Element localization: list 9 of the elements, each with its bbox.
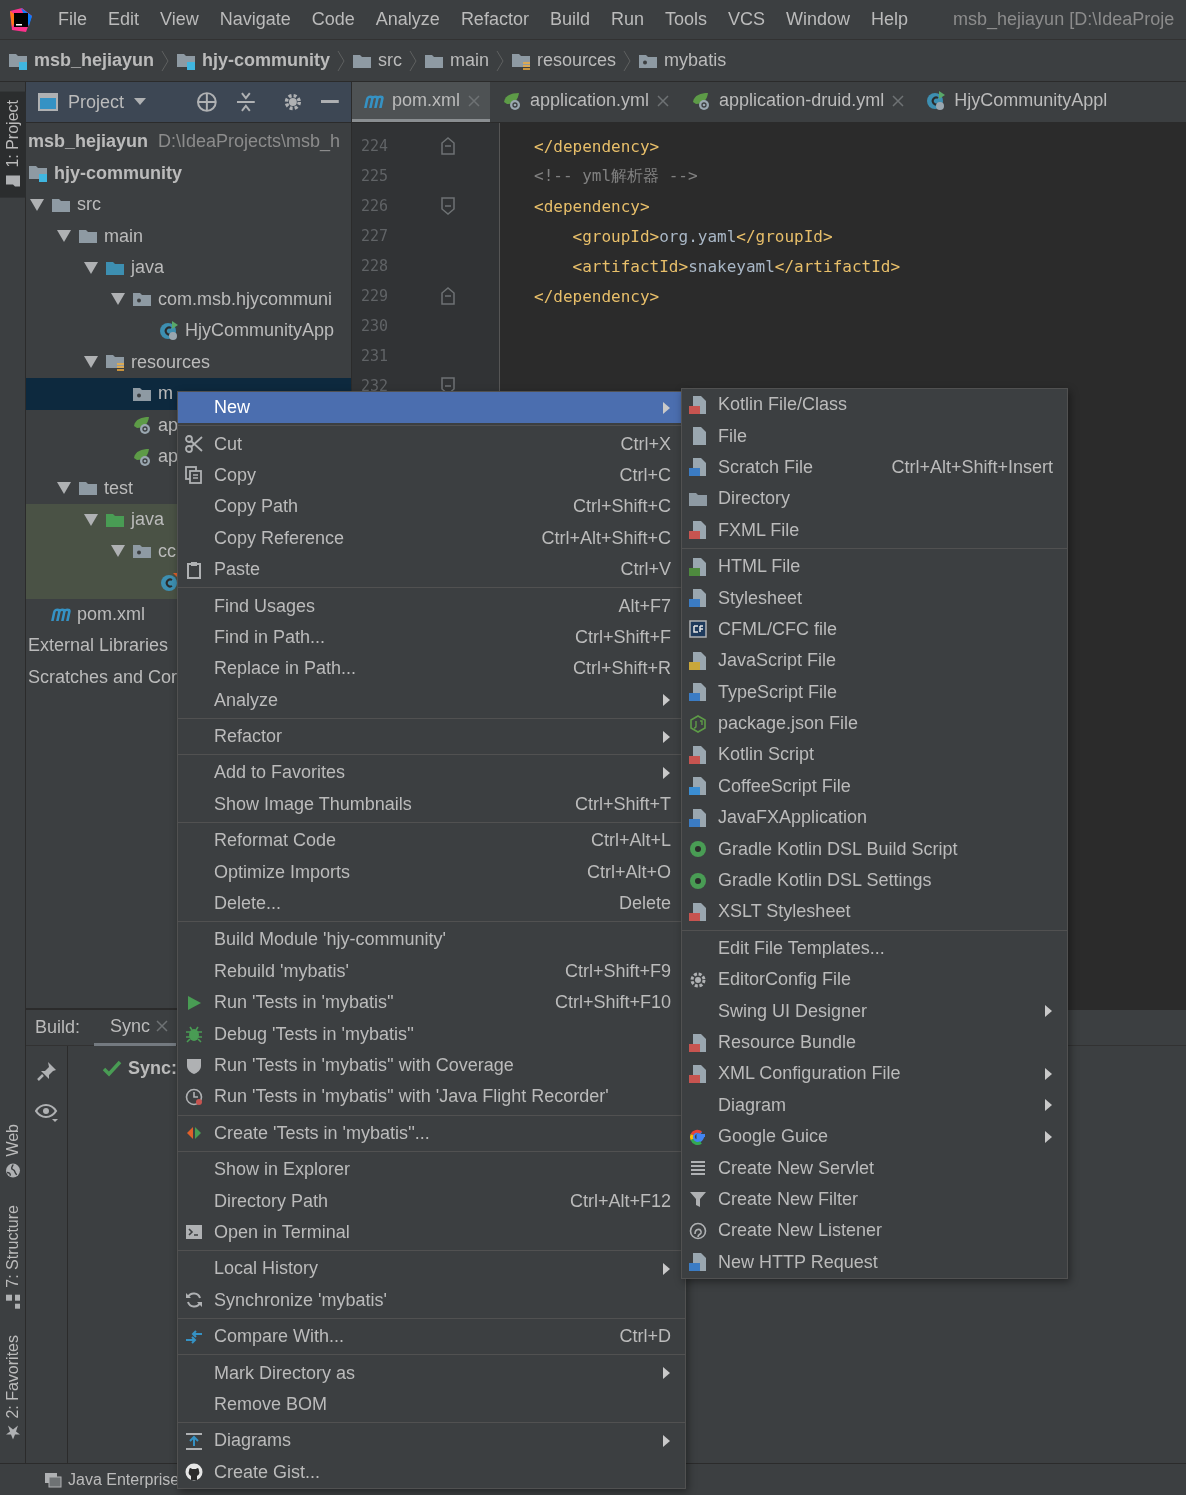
code-line: </dependency> (534, 286, 660, 306)
window-title: msb_hejiayun [D:\IdeaProje (953, 9, 1175, 30)
code-line: </dependency> (534, 136, 660, 156)
sync-status: Sync: (68, 1046, 178, 1463)
code-line: <dependency> (534, 196, 650, 216)
code-line: <!-- yml解析器 --> (534, 165, 698, 187)
code-line: <groupId>org.yaml</groupId> (571, 226, 833, 246)
code-line: <artifactId>snakeyaml</artifactId> (571, 256, 901, 276)
build-label: Build: (35, 1017, 81, 1038)
